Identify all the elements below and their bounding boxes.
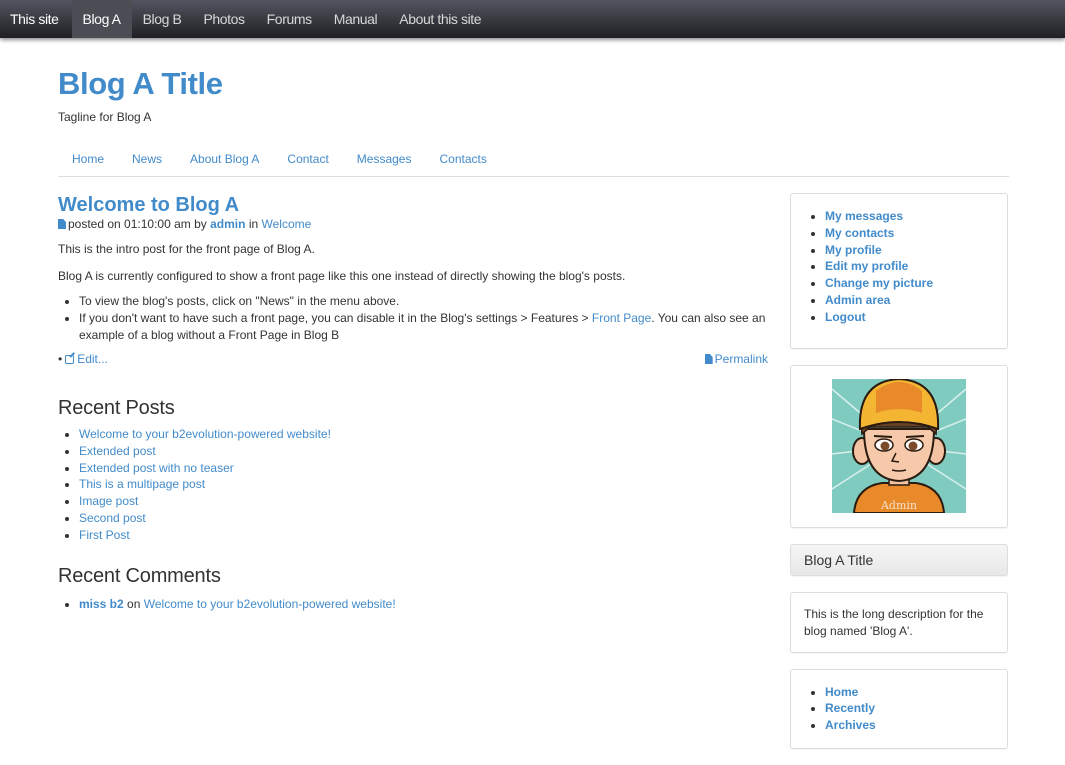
blog-menu-about[interactable]: About Blog A	[176, 148, 273, 176]
topnav-photos[interactable]: Photos	[192, 0, 255, 38]
main-content: Welcome to Blog A posted on 01:10:00 am …	[58, 193, 768, 612]
topnav-forums[interactable]: Forums	[256, 0, 323, 38]
post-footer: • Edit... Permalink	[58, 352, 768, 366]
edit-label: Edit...	[77, 352, 108, 366]
list-item: First Post	[79, 527, 768, 544]
recent-comments-heading: Recent Comments	[58, 564, 221, 587]
user-menu-widget: My messages My contacts My profile Edit …	[790, 193, 1008, 349]
blog-title-widget: Blog A Title	[790, 543, 1008, 576]
user-menu-my-contacts[interactable]: My contacts	[825, 226, 894, 240]
post-bullet-text: If you don't want to have such a front p…	[79, 311, 592, 325]
post-meta-prefix: posted on 01:10:00 am by	[68, 217, 207, 231]
user-menu-my-messages[interactable]: My messages	[825, 209, 903, 223]
list-item: My messages	[825, 208, 1007, 225]
list-item: My contacts	[825, 225, 1007, 242]
blog-menu-home[interactable]: Home	[58, 148, 118, 176]
list-item: Extended post	[79, 443, 768, 460]
edit-icon	[65, 355, 75, 364]
post-category-link[interactable]: Welcome	[262, 217, 312, 231]
post-intro: This is the intro post for the front pag…	[58, 242, 315, 256]
recent-post-link[interactable]: First Post	[79, 528, 130, 542]
blog-description-widget: This is the long description for the blo…	[790, 591, 1008, 653]
list-item: Welcome to your b2evolution-powered webs…	[79, 426, 768, 443]
edit-link[interactable]: Edit...	[62, 352, 108, 366]
list-item: Change my picture	[825, 275, 1007, 292]
post-meta: posted on 01:10:00 am by admin in Welcom…	[58, 217, 768, 231]
list-item: Recently	[825, 700, 1007, 717]
avatar-widget: Admin	[790, 364, 1008, 528]
list-item: Logout	[825, 309, 1007, 326]
topnav-about[interactable]: About this site	[388, 0, 492, 38]
blog-menu-messages[interactable]: Messages	[343, 148, 426, 176]
post-paragraph: Blog A is currently configured to show a…	[58, 269, 626, 283]
list-item: Second post	[79, 510, 768, 527]
topnav-blog-a[interactable]: Blog A	[71, 0, 132, 38]
list-item: Admin area	[825, 292, 1007, 309]
edit-area: • Edit...	[58, 352, 108, 366]
post-title[interactable]: Welcome to Blog A	[58, 193, 768, 217]
comment-post-link[interactable]: Welcome to your b2evolution-powered webs…	[144, 597, 396, 611]
top-navbar: This site Blog A Blog B Photos Forums Ma…	[0, 0, 1065, 38]
recent-post-link[interactable]: Image post	[79, 494, 138, 508]
list-item: This is a multipage post	[79, 476, 768, 493]
list-item: miss b2 on Welcome to your b2evolution-p…	[79, 596, 768, 613]
user-menu-my-profile[interactable]: My profile	[825, 243, 882, 257]
blog-title[interactable]: Blog A Title	[58, 66, 223, 102]
avatar[interactable]: Admin	[832, 379, 966, 514]
recent-post-link[interactable]: Extended post with no teaser	[79, 461, 234, 475]
user-menu-edit-profile[interactable]: Edit my profile	[825, 259, 908, 273]
blog-menu: Home News About Blog A Contact Messages …	[58, 148, 1009, 177]
blog-menu-news[interactable]: News	[118, 148, 176, 176]
topnav-blog-b[interactable]: Blog B	[132, 0, 193, 38]
user-menu-logout[interactable]: Logout	[825, 310, 866, 324]
blog-menu-contacts[interactable]: Contacts	[425, 148, 500, 176]
recent-comments-list: miss b2 on Welcome to your b2evolution-p…	[58, 596, 768, 613]
sidebar-link-archives[interactable]: Archives	[825, 718, 876, 732]
sidebar: My messages My contacts My profile Edit …	[790, 193, 1008, 765]
recent-post-link[interactable]: This is a multipage post	[79, 477, 205, 491]
post-author-link[interactable]: admin	[210, 217, 245, 231]
post-bullet: If you don't want to have such a front p…	[79, 310, 768, 344]
blog-links-widget: Home Recently Archives	[790, 668, 1008, 749]
topnav-manual[interactable]: Manual	[323, 0, 389, 38]
avatar-illustration: Admin	[832, 379, 966, 514]
avatar-label: Admin	[880, 499, 917, 512]
post-bullet: To view the blog's posts, click on "News…	[79, 293, 768, 310]
blog-tagline: Tagline for Blog A	[58, 110, 152, 124]
file-icon	[58, 219, 66, 229]
sidebar-link-home[interactable]: Home	[825, 685, 858, 699]
recent-posts-list: Welcome to your b2evolution-powered webs…	[58, 426, 768, 544]
recent-posts-heading: Recent Posts	[58, 397, 175, 419]
sidebar-link-recently[interactable]: Recently	[825, 701, 875, 715]
user-menu-change-picture[interactable]: Change my picture	[825, 276, 933, 290]
front-page-link[interactable]: Front Page	[592, 311, 651, 325]
list-item: Home	[825, 684, 1007, 701]
list-item: Edit my profile	[825, 258, 1007, 275]
user-menu-admin-area[interactable]: Admin area	[825, 293, 890, 307]
list-item: Image post	[79, 493, 768, 510]
file-icon	[704, 354, 713, 364]
recent-post-link[interactable]: Welcome to your b2evolution-powered webs…	[79, 427, 331, 441]
list-item: Extended post with no teaser	[79, 460, 768, 477]
topnav-this-site[interactable]: This site	[0, 0, 72, 38]
list-item: My profile	[825, 242, 1007, 259]
post-bullets: To view the blog's posts, click on "News…	[58, 293, 768, 344]
recent-post-link[interactable]: Second post	[79, 511, 146, 525]
permalink-link[interactable]: Permalink	[704, 352, 768, 366]
permalink-label: Permalink	[714, 352, 768, 366]
post-meta-in: in	[248, 217, 259, 231]
comment-author-link[interactable]: miss b2	[79, 597, 124, 611]
recent-post-link[interactable]: Extended post	[79, 444, 156, 458]
blog-menu-contact[interactable]: Contact	[273, 148, 342, 176]
comment-on: on	[127, 596, 141, 611]
